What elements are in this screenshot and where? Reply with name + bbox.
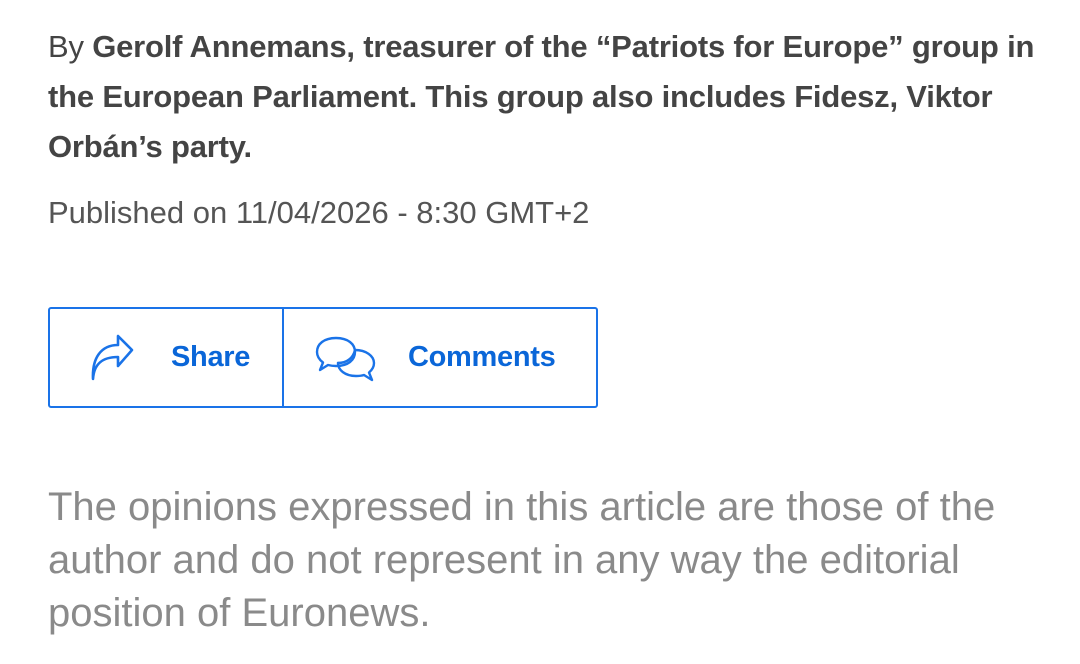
byline-author: Gerolf Annemans, treasurer of the “Patri… — [48, 29, 1035, 164]
comments-button[interactable]: Comments — [284, 309, 596, 406]
published-date: Published on 11/04/2026 - 8:30 GMT+2 — [48, 195, 590, 230]
article-actions-bar: Share Comments — [48, 307, 598, 408]
byline-prefix: By — [48, 29, 93, 64]
comments-label: Comments — [408, 341, 556, 373]
share-label: Share — [171, 341, 251, 373]
article-byline: By Gerolf Annemans, treasurer of the “Pa… — [48, 22, 1048, 172]
share-button[interactable]: Share — [50, 309, 284, 406]
share-arrow-icon — [84, 332, 136, 384]
speech-bubbles-icon — [314, 332, 378, 384]
opinion-disclaimer: The opinions expressed in this article a… — [48, 485, 996, 635]
